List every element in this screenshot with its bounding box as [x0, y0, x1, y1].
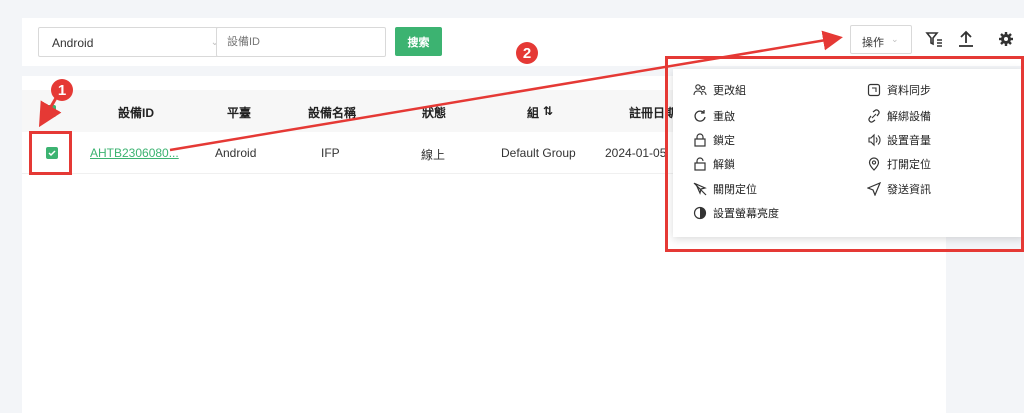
upload-icon[interactable] — [957, 30, 975, 48]
platform-cell: Android — [215, 146, 257, 160]
device-name-cell: IFP — [321, 146, 340, 160]
column-header-group[interactable]: 組 — [527, 104, 539, 121]
register-date-cell: 2024-01-05 — [605, 146, 667, 160]
search-button[interactable]: 搜索 — [395, 27, 442, 56]
status-cell: 線上 — [421, 148, 446, 162]
step-2-badge: 2 — [516, 42, 538, 64]
select-all-checkbox[interactable] — [44, 105, 56, 117]
group-cell: Default Group — [501, 146, 576, 160]
operations-label: 操作 — [862, 37, 884, 49]
platform-select-value: Android — [52, 36, 94, 50]
column-filter-icon[interactable] — [925, 30, 943, 48]
step-1-badge: 1 — [51, 79, 73, 101]
column-header-device-id[interactable]: 設備ID — [118, 104, 154, 121]
sort-icon[interactable]: ⇅ — [543, 104, 553, 118]
gear-icon[interactable] — [997, 30, 1015, 48]
device-id-link[interactable]: AHTB2306080... — [90, 146, 179, 160]
chevron-down-icon: ⌄ — [891, 34, 899, 44]
column-header-status[interactable]: 狀態 — [422, 104, 446, 121]
column-header-platform[interactable]: 平臺 — [227, 104, 251, 121]
column-header-device-name[interactable]: 設備名稱 — [308, 104, 356, 121]
top-strip — [0, 0, 1024, 8]
device-id-search-input[interactable] — [216, 27, 386, 57]
annotation-checkbox-highlight — [29, 131, 72, 175]
annotation-menu-highlight — [665, 56, 1024, 252]
operations-dropdown-button[interactable]: 操作 ⌄ — [850, 25, 912, 54]
platform-select[interactable]: Android ⌄ — [38, 27, 230, 57]
